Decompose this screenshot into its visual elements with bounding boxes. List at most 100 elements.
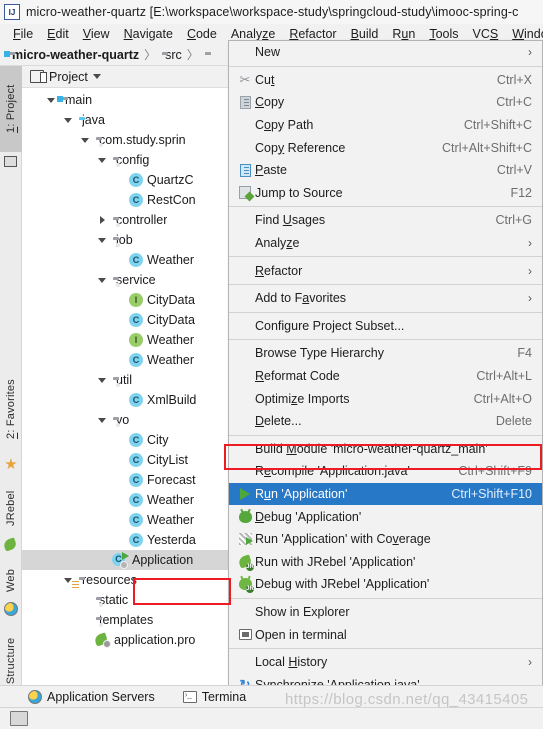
chevron-down-icon[interactable] — [45, 97, 57, 103]
menu-separator — [229, 283, 542, 285]
context-menu-item[interactable]: Optimize Imports Ctrl+Alt+O — [229, 387, 542, 410]
tree-node[interactable]: templates — [22, 610, 233, 630]
tree-node[interactable]: application.pro — [22, 630, 233, 650]
context-menu-item[interactable]: Copy Reference Ctrl+Alt+Shift+C — [229, 136, 542, 159]
menu-navigate[interactable]: Navigate — [117, 26, 180, 42]
bottom-item-label: Application Servers — [47, 689, 155, 704]
context-menu-item[interactable]: Add to Favorites › — [229, 287, 542, 310]
tree-node[interactable]: C Weather — [22, 490, 233, 510]
breadcrumb-item-project[interactable]: micro-weather-quartz — [8, 48, 139, 62]
breadcrumb-item-src[interactable]: src — [161, 48, 182, 62]
tree-node[interactable]: I Weather — [22, 330, 233, 350]
tree-node[interactable]: C RestCon — [22, 190, 233, 210]
context-menu-item[interactable]: Find Usages Ctrl+G — [229, 209, 542, 232]
sidebar-item-favorites[interactable]: 2: Favorites — [0, 361, 22, 457]
context-menu-item-label: Paste — [255, 163, 287, 178]
tree-node[interactable]: C Forecast — [22, 470, 233, 490]
tree-node[interactable]: controller — [22, 210, 233, 230]
context-menu[interactable]: New › ✂ Cut Ctrl+X Copy Ctrl+C Copy Path Ctrl+Sh… — [228, 40, 543, 729]
chevron-right-icon[interactable] — [96, 216, 108, 224]
menu-separator — [229, 256, 542, 258]
tree-node[interactable]: C Yesterda — [22, 530, 233, 550]
tree-node[interactable]: C City — [22, 430, 233, 450]
chevron-down-icon[interactable] — [96, 417, 108, 423]
context-menu-item[interactable]: Jump to Source F12 — [229, 182, 542, 205]
context-menu-item-label: Debug with JRebel 'Application' — [255, 577, 430, 592]
menu-file[interactable]: File — [6, 26, 40, 42]
left-tool-window-strip[interactable]: 1: Project 2: Favorites ★ JRebel Web 7: … — [0, 66, 22, 724]
context-menu-item[interactable]: Local History › — [229, 651, 542, 674]
status-bar-icon[interactable] — [10, 711, 28, 726]
tree-node[interactable]: C Weather — [22, 250, 233, 270]
context-menu-item[interactable]: Paste Ctrl+V — [229, 159, 542, 182]
context-menu-item[interactable]: Build Module 'micro-weather-quartz_main' — [229, 438, 542, 461]
context-menu-item[interactable]: Copy Ctrl+C — [229, 91, 542, 114]
chevron-down-icon[interactable] — [96, 237, 108, 243]
context-menu-item-label: Configure Project Subset... — [255, 318, 405, 333]
tree-node[interactable]: C Weather — [22, 350, 233, 370]
context-menu-item-label: Show in Explorer — [255, 604, 350, 619]
tree-node[interactable]: C CityData — [22, 310, 233, 330]
tree-node[interactable]: job — [22, 230, 233, 250]
bottom-item-terminal[interactable]: Termina — [182, 690, 246, 704]
context-menu-item[interactable]: Run 'Application' with Coverage — [229, 528, 542, 551]
menu-view[interactable]: View — [76, 26, 117, 42]
context-menu-item[interactable]: Run 'Application' Ctrl+Shift+F10 — [229, 482, 542, 506]
chevron-down-icon[interactable] — [62, 117, 74, 123]
tree-node[interactable]: C CityList — [22, 450, 233, 470]
context-menu-item[interactable]: JR Run with JRebel 'Application' — [229, 550, 542, 573]
context-menu-item[interactable]: Debug 'Application' — [229, 505, 542, 528]
context-menu-item[interactable]: Copy Path Ctrl+Shift+C — [229, 114, 542, 137]
java-interface-icon: I — [129, 333, 143, 347]
tree-node[interactable]: C XmlBuild — [22, 390, 233, 410]
tree-node[interactable]: static — [22, 590, 233, 610]
tree-node[interactable]: java — [22, 110, 233, 130]
tree-node[interactable]: main — [22, 90, 233, 110]
project-panel-header[interactable]: Project — [22, 66, 233, 88]
context-menu-item[interactable]: ✂ Cut Ctrl+X — [229, 69, 542, 92]
context-menu-item[interactable]: New › — [229, 41, 542, 64]
context-menu-shortcut: F12 — [510, 185, 532, 200]
menu-edit[interactable]: Edit — [40, 26, 76, 42]
tree-node-label: City — [147, 433, 169, 447]
tree-node-selected[interactable]: C Application — [22, 550, 233, 570]
chevron-down-icon[interactable] — [79, 137, 91, 143]
context-menu-item[interactable]: Configure Project Subset... — [229, 315, 542, 338]
context-menu-item[interactable]: Show in Explorer — [229, 601, 542, 624]
sidebar-item-web[interactable]: Web — [0, 559, 22, 601]
chevron-down-icon[interactable] — [96, 157, 108, 163]
sidebar-item-project[interactable]: 1: Project — [0, 66, 22, 152]
tree-node[interactable]: C QuartzC — [22, 170, 233, 190]
context-menu-item[interactable]: JR Debug with JRebel 'Application' — [229, 573, 542, 596]
context-menu-item[interactable]: Recompile 'Application.java' Ctrl+Shift+F… — [229, 460, 542, 483]
project-tree[interactable]: main java com.study.sprin config C QuartzC C Re… — [22, 88, 233, 650]
chevron-down-icon[interactable] — [96, 377, 108, 383]
tree-node[interactable]: I CityData — [22, 290, 233, 310]
chevron-down-icon[interactable] — [92, 74, 101, 79]
project-tool-window[interactable]: Project main java com.study.sprin config C Qu… — [22, 66, 234, 685]
context-menu-item[interactable]: Refactor › — [229, 259, 542, 282]
tree-node[interactable]: config — [22, 150, 233, 170]
chevron-right-icon: › — [528, 655, 532, 670]
menu-separator — [229, 65, 542, 67]
bottom-tool-window-bar[interactable]: Application Servers Termina — [0, 685, 543, 707]
context-menu-item[interactable]: Open in terminal — [229, 623, 542, 646]
tree-node[interactable]: resources — [22, 570, 233, 590]
tree-node-label: CityData — [147, 313, 195, 327]
context-menu-item[interactable]: Browse Type Hierarchy F4 — [229, 342, 542, 365]
tree-node[interactable]: com.study.sprin — [22, 130, 233, 150]
sidebar-item-jrebel[interactable]: JRebel — [0, 478, 22, 538]
context-menu-item[interactable]: Delete... Delete — [229, 410, 542, 433]
tree-node[interactable]: util — [22, 370, 233, 390]
status-bar — [0, 707, 543, 729]
tree-node[interactable]: vo — [22, 410, 233, 430]
context-menu-item[interactable]: Analyze › — [229, 232, 542, 255]
tree-node-label: Weather — [147, 333, 195, 347]
context-menu-shortcut: Ctrl+Shift+F10 — [451, 486, 532, 501]
tree-node[interactable]: C Weather — [22, 510, 233, 530]
tree-node[interactable]: service — [22, 270, 233, 290]
menu-code[interactable]: Code — [180, 26, 224, 42]
bottom-item-application-servers[interactable]: Application Servers — [28, 689, 155, 704]
chevron-down-icon[interactable] — [96, 277, 108, 283]
context-menu-item[interactable]: Reformat Code Ctrl+Alt+L — [229, 365, 542, 388]
